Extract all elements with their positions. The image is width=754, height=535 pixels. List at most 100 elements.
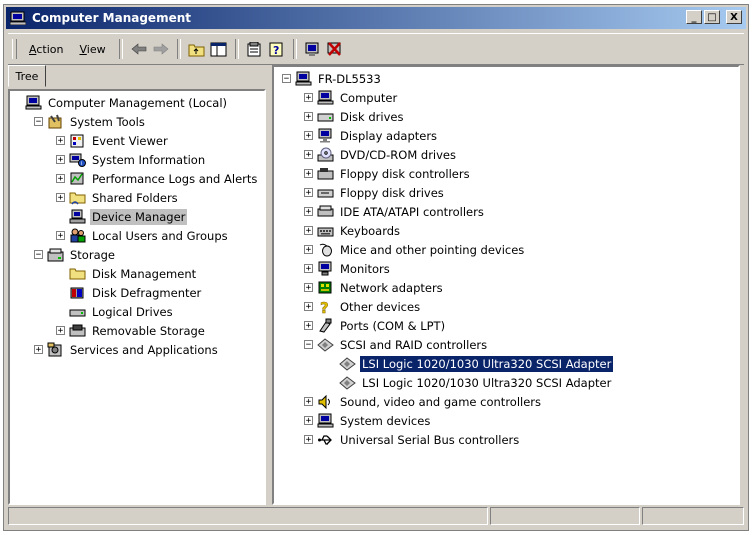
expand-button[interactable]: + — [304, 207, 313, 217]
tree-item[interactable]: + Sound, video and game controllers — [304, 392, 543, 411]
tree-item[interactable]: LSI Logic 1020/1030 Ultra320 SCSI Adapte… — [326, 354, 614, 373]
tree-item[interactable]: LSI Logic 1020/1030 Ultra320 SCSI Adapte… — [326, 373, 613, 392]
tree-item[interactable]: + System devices — [304, 411, 432, 430]
tree-item[interactable]: − SCSI and RAID controllers — [304, 335, 489, 354]
expand-button[interactable]: + — [56, 155, 65, 165]
tree-item[interactable]: + Services and Applications — [34, 340, 220, 359]
tree-item[interactable]: + Keyboards — [304, 221, 402, 240]
expand-button[interactable]: + — [304, 283, 313, 293]
expand-button[interactable]: + — [304, 397, 313, 407]
svg-text:i: i — [81, 161, 82, 167]
menu-action[interactable]: Action — [21, 40, 71, 59]
cdrom-icon — [317, 147, 334, 162]
expand-button[interactable]: + — [56, 193, 65, 203]
expand-button[interactable]: + — [304, 169, 313, 179]
up-one-level-button[interactable] — [186, 38, 208, 60]
defragmenter-icon — [69, 285, 86, 300]
tree-item-label: Disk drives — [340, 109, 404, 124]
collapse-button[interactable]: − — [304, 340, 313, 350]
close-button[interactable]: X — [726, 10, 742, 24]
tree-item[interactable]: + Floppy disk drives — [304, 183, 446, 202]
right-device-pane[interactable]: − FR-DL5533 + Computer + Disk drives + Display … — [272, 65, 740, 505]
svg-text:?: ? — [273, 44, 279, 57]
help-button[interactable]: ? — [266, 38, 288, 60]
expand-button[interactable]: + — [34, 345, 43, 355]
tree-item[interactable]: + Event Viewer — [56, 131, 170, 150]
expand-button[interactable]: + — [304, 150, 313, 160]
tree-item-label: DVD/CD-ROM drives — [340, 147, 456, 162]
back-button[interactable] — [128, 38, 150, 60]
menu-toolbar: Action View ? — [8, 33, 744, 65]
toolbar-separator — [176, 39, 181, 59]
expand-button[interactable]: + — [56, 326, 65, 336]
expand-button[interactable]: + — [304, 302, 313, 312]
tree-item-label: Computer Management (Local) — [48, 95, 228, 110]
left-tree-pane[interactable]: Computer Management (Local) − System Tools… — [8, 89, 266, 505]
keyboard-icon — [317, 223, 334, 238]
forward-button[interactable] — [150, 38, 172, 60]
title-bar[interactable]: Computer Management _ □ X — [6, 7, 746, 29]
tree-item-label: IDE ATA/ATAPI controllers — [340, 204, 484, 219]
question-icon: ? — [317, 299, 334, 318]
minimize-button[interactable]: _ — [686, 10, 702, 24]
tree-item[interactable]: + Computer — [304, 88, 399, 107]
expand-button[interactable]: + — [304, 226, 313, 236]
tree-item[interactable]: + Local Users and Groups — [56, 226, 230, 245]
expand-button[interactable]: + — [304, 112, 313, 122]
expand-button[interactable]: + — [304, 245, 313, 255]
tree-item[interactable]: Logical Drives — [56, 302, 175, 321]
tree-item[interactable]: + Shared Folders — [56, 188, 180, 207]
menu-view[interactable]: View — [71, 40, 113, 59]
collapse-button[interactable]: − — [34, 250, 43, 260]
tree-item[interactable]: + IDE ATA/ATAPI controllers — [304, 202, 486, 221]
tree-item-label: Monitors — [340, 261, 390, 276]
tree-item[interactable]: + Display adapters — [304, 126, 439, 145]
tree-item[interactable]: − Storage — [34, 245, 117, 264]
expand-button[interactable]: + — [304, 416, 313, 426]
maximize-button[interactable]: □ — [704, 10, 720, 24]
tree-item[interactable]: − System Tools — [34, 112, 147, 131]
expand-button[interactable]: + — [56, 231, 65, 241]
tree-item-label: Device Manager — [90, 208, 188, 225]
expand-button[interactable]: + — [56, 174, 65, 184]
expand-button[interactable]: + — [56, 136, 65, 146]
tree-item[interactable]: + Ports (COM & LPT) — [304, 316, 447, 335]
tree-item[interactable]: + Monitors — [304, 259, 392, 278]
tree-item-label: Computer — [340, 90, 398, 105]
tree-item[interactable]: + Universal Serial Bus controllers — [304, 430, 521, 449]
tab-tree[interactable]: Tree — [8, 65, 46, 87]
floppy-drive-icon — [317, 185, 334, 200]
computer-management-icon — [10, 11, 26, 25]
tree-item[interactable]: Disk Defragmenter — [56, 283, 203, 302]
tree-item[interactable]: Disk Management — [56, 264, 198, 283]
collapse-button[interactable]: − — [34, 117, 43, 127]
computer-icon — [25, 95, 42, 110]
tree-item[interactable]: +? Other devices — [304, 297, 422, 318]
tree-item[interactable]: + Performance Logs and Alerts — [56, 169, 259, 188]
expand-button[interactable]: + — [304, 321, 313, 331]
show-hide-tree-button[interactable] — [208, 38, 230, 60]
tree-item[interactable]: + Mice and other pointing devices — [304, 240, 526, 259]
tree-item-label: Display adapters — [340, 128, 438, 143]
tree-item-label: SCSI and RAID controllers — [340, 337, 488, 352]
uninstall-button[interactable] — [324, 38, 346, 60]
tree-item[interactable]: + Network adapters — [304, 278, 445, 297]
expand-button[interactable]: + — [304, 131, 313, 141]
ide-controller-icon — [317, 204, 334, 219]
tree-item[interactable]: Computer Management (Local) — [12, 93, 229, 112]
tree-item[interactable]: + Disk drives — [304, 107, 405, 126]
expand-button[interactable]: + — [304, 264, 313, 274]
tree-item[interactable]: Device Manager — [56, 207, 188, 226]
tree-item[interactable]: − FR-DL5533 — [282, 69, 383, 88]
expand-button[interactable]: + — [304, 188, 313, 198]
tree-item-label: FR-DL5533 — [318, 71, 381, 86]
collapse-button[interactable]: − — [282, 74, 291, 84]
expand-button[interactable]: + — [304, 435, 313, 445]
properties-button[interactable] — [244, 38, 266, 60]
tree-item[interactable]: + Floppy disk controllers — [304, 164, 472, 183]
tree-item[interactable]: + i System Information — [56, 150, 207, 169]
tree-item[interactable]: + Removable Storage — [56, 321, 207, 340]
scan-hardware-button[interactable] — [302, 38, 324, 60]
tree-item[interactable]: + DVD/CD-ROM drives — [304, 145, 458, 164]
expand-button[interactable]: + — [304, 93, 313, 103]
